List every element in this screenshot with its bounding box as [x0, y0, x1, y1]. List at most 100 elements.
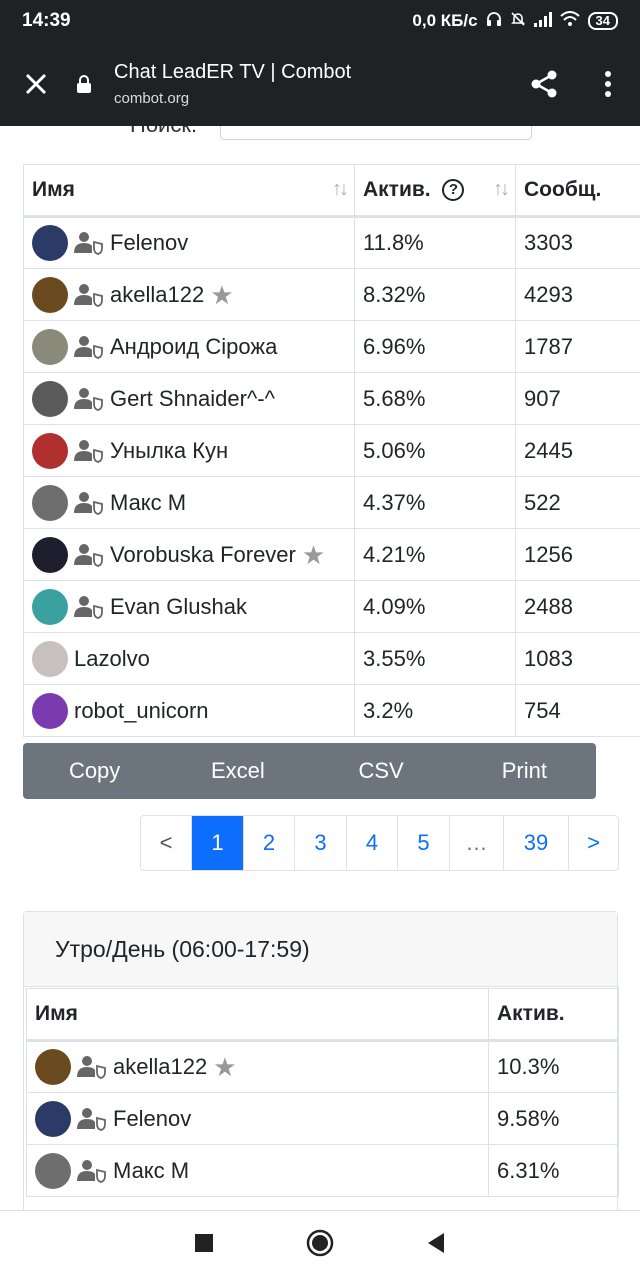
activity-cell: 6.96% [354, 320, 516, 373]
more-vert-icon [605, 71, 611, 97]
member-name[interactable]: Lazolvo [74, 646, 150, 672]
table-row: akella122 ★ 10.3% [26, 1040, 619, 1093]
activity-cell: 6.31% [488, 1144, 619, 1197]
share-button[interactable] [512, 42, 576, 126]
admin-shield-icon [74, 594, 104, 620]
period-column-header-name[interactable]: Имя [26, 988, 489, 1042]
member-name[interactable]: Felenov [113, 1106, 191, 1132]
member-name-cell: Gert Shnaider^-^ [32, 380, 346, 417]
home-button[interactable] [306, 1229, 334, 1262]
page-3-button[interactable]: 3 [294, 816, 346, 870]
table-row: Vorobuska Forever ★ 4.21% 1256 [23, 528, 640, 581]
member-name-cell: Макс М [35, 1152, 480, 1189]
back-button[interactable] [426, 1232, 446, 1259]
headphones-icon [486, 11, 502, 32]
period-table-header: Имя Актив. [26, 988, 619, 1042]
activity-cell: 9.58% [488, 1092, 619, 1145]
activity-cell: 11.8% [354, 216, 516, 269]
square-icon [195, 1234, 213, 1252]
member-name[interactable]: Андроид Сірожа [110, 334, 277, 360]
period-card-title: Утро/День (06:00-17:59) [24, 912, 617, 987]
activity-cell: 4.21% [354, 528, 516, 581]
page-prev-button[interactable]: < [141, 816, 191, 870]
avatar [32, 692, 68, 729]
page-2-button[interactable]: 2 [243, 816, 294, 870]
name-cell: akella122 ★ [26, 1040, 489, 1093]
table-row: akella122 ★ 8.32% 4293 [23, 268, 640, 321]
name-cell: akella122 ★ [23, 268, 355, 321]
page-39-button[interactable]: 39 [503, 816, 568, 870]
admin-shield-icon [74, 438, 104, 464]
member-name[interactable]: Макс М [110, 490, 186, 516]
page-next-button[interactable]: > [568, 816, 618, 870]
member-name[interactable]: akella122 [110, 282, 204, 308]
copy-button[interactable]: Copy [23, 743, 166, 799]
messages-cell: 1256 [515, 528, 640, 581]
recent-apps-button[interactable] [194, 1233, 214, 1258]
network-speed: 0,0 КБ/с [412, 11, 478, 30]
column-header-name[interactable]: Имя ↑↓ [23, 164, 355, 218]
activity-cell: 3.2% [354, 684, 516, 737]
messages-cell: 907 [515, 372, 640, 425]
page-5-button[interactable]: 5 [397, 816, 449, 870]
sort-icon[interactable]: ↑↓ [493, 178, 510, 201]
help-icon[interactable]: ? [442, 179, 465, 201]
sort-icon[interactable]: ↑↓ [332, 178, 349, 201]
page-4-button[interactable]: 4 [346, 816, 397, 870]
table-row: Андроид Сірожа 6.96% 1787 [23, 320, 640, 373]
column-header-name-label: Имя [32, 178, 75, 201]
member-name[interactable]: Evan Glushak [110, 594, 247, 620]
messages-cell: 1787 [515, 320, 640, 373]
messages-cell: 754 [515, 684, 640, 737]
admin-shield-icon [74, 334, 104, 360]
member-name[interactable]: robot_unicorn [74, 698, 209, 724]
column-header-activity[interactable]: Актив. ? ↑↓ [354, 164, 516, 218]
member-name-cell: akella122 ★ [35, 1049, 480, 1085]
search-input[interactable] [220, 126, 532, 140]
member-name-cell: Evan Glushak [32, 588, 346, 625]
column-header-activity-label: Актив. [363, 178, 431, 201]
print-button[interactable]: Print [453, 743, 596, 799]
share-icon [531, 70, 557, 98]
activity-cell: 10.3% [488, 1040, 619, 1093]
member-name[interactable]: Унылка Кун [110, 438, 228, 464]
column-header-messages[interactable]: Сообщ. [515, 164, 640, 218]
avatar [32, 536, 68, 573]
mute-bell-icon [510, 11, 526, 32]
name-cell: Vorobuska Forever ★ [23, 528, 355, 581]
name-cell: Lazolvo [23, 632, 355, 685]
admin-shield-icon [74, 230, 104, 256]
member-name[interactable]: Gert Shnaider^-^ [110, 386, 275, 412]
search-row: Поиск: [0, 126, 640, 156]
page-title: Chat LeadER TV | Combot [114, 61, 352, 83]
name-cell: Felenov [23, 216, 355, 269]
messages-cell: 522 [515, 476, 640, 529]
member-name-cell: Lazolvo [32, 640, 346, 677]
page-1-button[interactable]: 1 [191, 816, 243, 870]
avatar [35, 1100, 71, 1137]
csv-button[interactable]: CSV [310, 743, 453, 799]
page-title-block: Chat LeadER TV | Combot combot.org [114, 61, 512, 107]
name-cell: Андроид Сірожа [23, 320, 355, 373]
close-icon [25, 73, 47, 95]
activity-cell: 5.06% [354, 424, 516, 477]
overflow-menu-button[interactable] [576, 42, 640, 126]
page-ellipsis: … [449, 816, 503, 870]
messages-cell: 2445 [515, 424, 640, 477]
period-table: Имя Актив. akella122 ★ 10.3% Felenov 9.58% Ма… [26, 988, 619, 1197]
member-name[interactable]: Felenov [110, 230, 188, 256]
table-row: Felenov 11.8% 3303 [23, 216, 640, 269]
close-button[interactable] [0, 42, 72, 126]
avatar [32, 328, 68, 365]
table-row: robot_unicorn 3.2% 754 [23, 684, 640, 737]
member-name[interactable]: Vorobuska Forever [110, 542, 296, 568]
avatar [32, 640, 68, 677]
excel-button[interactable]: Excel [166, 743, 309, 799]
name-cell: Evan Glushak [23, 580, 355, 633]
column-header-messages-label: Сообщ. [524, 178, 602, 201]
admin-shield-icon [77, 1054, 107, 1080]
member-name[interactable]: Макс М [113, 1158, 189, 1184]
member-name[interactable]: akella122 [113, 1054, 207, 1080]
period-column-header-activity[interactable]: Актив. [488, 988, 619, 1042]
member-name-cell: Vorobuska Forever ★ [32, 536, 346, 573]
